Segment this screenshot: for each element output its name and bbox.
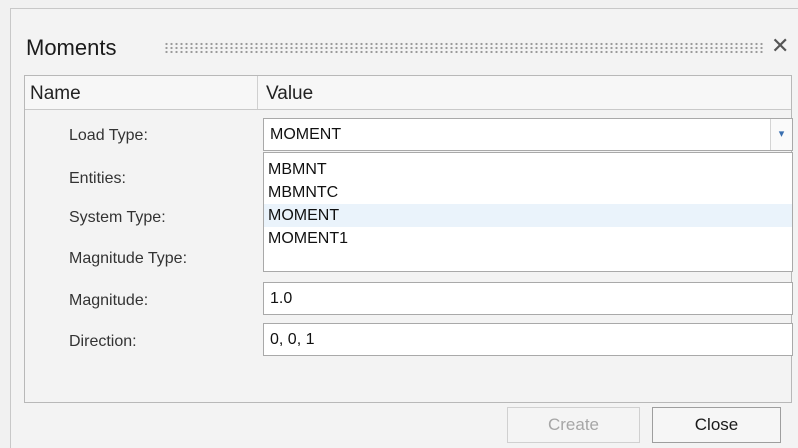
drag-grip[interactable] <box>164 42 764 53</box>
dropdown-option-moment1[interactable]: MOMENT1 <box>264 227 792 250</box>
chevron-down-icon[interactable]: ▾ <box>770 119 792 150</box>
row-label-system-type: System Type: <box>69 209 166 226</box>
dropdown-option-mbmntc[interactable]: MBMNTC <box>264 181 792 204</box>
row-label-magnitude-type: Magnitude Type: <box>69 250 188 267</box>
moments-dialog: Moments ✕ Name Value Load Type: Entities… <box>10 8 798 448</box>
dropdown-option-moment[interactable]: MOMENT <box>264 204 792 227</box>
create-button[interactable]: Create <box>507 407 640 443</box>
load-type-combobox[interactable]: MOMENT ▾ <box>263 118 793 151</box>
grid-header: Name Value <box>25 76 791 110</box>
row-label-entities: Entities: <box>69 170 126 187</box>
load-type-selected-value: MOMENT <box>270 126 342 143</box>
property-grid: Name Value Load Type: Entities: System T… <box>24 75 793 403</box>
magnitude-field[interactable]: 1.0 <box>263 282 793 315</box>
close-button[interactable]: Close <box>652 407 781 443</box>
row-label-magnitude: Magnitude: <box>69 292 149 309</box>
dropdown-option-mbmnt[interactable]: MBMNT <box>264 158 792 181</box>
load-type-dropdown-list: MBMNT MBMNTC MOMENT MOMENT1 <box>263 152 793 272</box>
close-icon[interactable]: ✕ <box>771 35 789 57</box>
direction-field[interactable]: 0, 0, 1 <box>263 323 793 356</box>
column-divider[interactable] <box>257 76 258 109</box>
dialog-title: Moments <box>26 35 117 60</box>
dialog-titlebar[interactable]: Moments ✕ <box>11 9 798 65</box>
row-label-direction: Direction: <box>69 333 137 350</box>
column-header-name: Name <box>30 83 81 104</box>
column-header-value: Value <box>266 83 314 104</box>
row-label-load-type: Load Type: <box>69 127 148 144</box>
